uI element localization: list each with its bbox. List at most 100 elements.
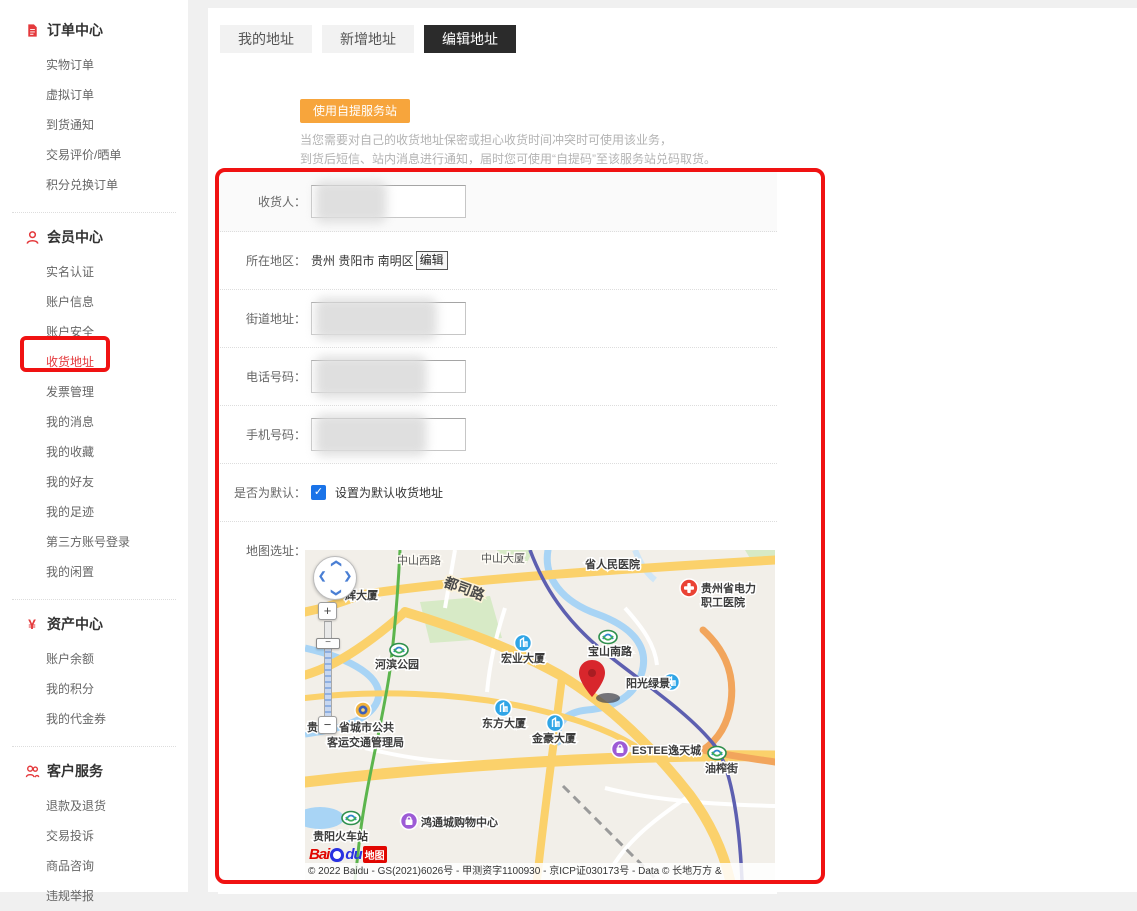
map-label: 油榨街 [705,761,738,775]
map-label: 客运交通管理局 [326,735,404,749]
region-label: 所在地区： [218,252,306,269]
sidebar-divider [12,599,176,600]
map-label: 贵州省电力 [701,581,756,595]
logo-text-ditu: 地图 [363,846,387,863]
sidebar-item[interactable]: 我的收藏 [46,437,188,467]
form-row-phone: 电话号码： [218,348,777,406]
map-label: ESTEE逸天城 [632,743,701,757]
sidebar-item[interactable]: 第三方账号登录 [46,527,188,557]
metro-map-icon [708,747,726,760]
phone-input[interactable] [311,360,466,393]
map-zoom-track[interactable] [324,621,332,718]
sidebar-divider [12,212,176,213]
map-label: 中山西路 [397,554,441,567]
baidu-maps-logo: Bai du 地图 [309,846,387,863]
map-pan-control[interactable]: ❮ ❮ ❮ ❯ [313,556,357,600]
use-pickup-station-button[interactable]: 使用自提服务站 [300,99,410,123]
mall-map-icon [401,813,418,830]
map-label: 职工医院 [701,595,745,609]
map-canvas: 中山西路中山大厦省人民医院都司路贵州省电力职工医院辉大厦河滨公园宏业大厦宝山南路… [305,550,775,880]
region-edit-button[interactable]: 编辑 [416,251,448,270]
masked-value [315,298,437,340]
address-tabs: 我的地址新增地址编辑地址 [208,8,1137,53]
sidebar-item[interactable]: 我的好友 [46,467,188,497]
map-zoom-out-button[interactable]: − [318,716,337,734]
edit-address-form: 收货人： 所在地区： 贵州 贵阳市 南明区 编辑 街道地址： 电话号码： [218,171,777,894]
street-input[interactable] [311,302,466,335]
map-zoom-in-button[interactable]: + [318,602,337,620]
sidebar-item[interactable]: 发票管理 [46,377,188,407]
logo-text-bai: Bai [309,846,329,863]
sidebar-divider [12,746,176,747]
form-row-region: 所在地区： 贵州 贵阳市 南明区 编辑 [218,232,777,290]
sidebar-item[interactable]: 实名认证 [46,257,188,287]
service-icon [24,763,40,779]
sidebar-item[interactable]: 账户信息 [46,287,188,317]
sidebar-item[interactable]: 我的代金券 [46,704,188,734]
sidebar-item[interactable]: 退款及退货 [46,791,188,821]
tab-active[interactable]: 编辑地址 [424,25,516,53]
map-label: 宝山南路 [588,644,633,658]
form-row-street: 街道地址： [218,290,777,348]
mobile-input[interactable] [311,418,466,451]
default-checkbox-text: 设置为默认收货地址 [335,484,443,501]
phone-label: 电话号码： [218,368,306,385]
sidebar-item[interactable]: 账户安全 [46,317,188,347]
asset-icon: ¥ [24,616,40,632]
censored-smudge [596,693,620,703]
recipient-label: 收货人： [218,193,306,210]
pickup-service-block: 使用自提服务站 当您需要对自己的收货地址保密或担心收货时间冲突时可使用该业务， … [300,99,1137,169]
form-row-mobile: 手机号码： [218,406,777,464]
sidebar-item[interactable]: 交易投诉 [46,821,188,851]
sidebar-item[interactable]: 我的积分 [46,674,188,704]
baidu-map[interactable]: 中山西路中山大厦省人民医院都司路贵州省电力职工医院辉大厦河滨公园宏业大厦宝山南路… [305,550,775,880]
masked-value [315,356,427,398]
sidebar-item-active[interactable]: 收货地址 [46,347,188,377]
street-label: 街道地址： [218,310,306,327]
sidebar-item[interactable]: 违规举报 [46,881,188,911]
badge-map-icon [355,702,371,718]
building-map-icon [515,635,532,652]
map-label: 省人民医院 [584,557,640,571]
pickup-desc-line2: 到货后短信、站内消息进行通知，届时您可使用“自提码”至该服务站兑码取货。 [300,150,1137,169]
zoom-fill [325,645,331,717]
sidebar-item[interactable]: 交易评价/晒单 [46,140,188,170]
sidebar-item[interactable]: 商品咨询 [46,851,188,881]
sidebar-item[interactable]: 我的消息 [46,407,188,437]
map-label: 省城市公共 [338,720,394,734]
recipient-input[interactable] [311,185,466,218]
order-icon [24,22,40,38]
metro-map-icon [599,631,617,644]
sidebar-item[interactable]: 积分兑换订单 [46,170,188,200]
tab-inactive[interactable]: 我的地址 [220,25,312,53]
map-label: 宏业大厦 [501,651,546,665]
hospital-map-icon [680,579,698,597]
sidebar-section-header: ¥ 资产中心 [24,614,188,634]
mobile-label: 手机号码： [218,426,306,443]
sidebar-item[interactable]: 账户余额 [46,644,188,674]
form-row-recipient: 收货人： [218,171,777,232]
map-label: 鸿通城购物中心 [421,815,498,829]
map-zoom-handle[interactable]: − [316,638,340,649]
sidebar: 订单中心实物订单虚拟订单到货通知交易评价/晒单积分兑换订单会员中心实名认证账户信… [0,0,188,892]
sidebar-item[interactable]: 我的闲置 [46,557,188,587]
sidebar-item[interactable]: 我的足迹 [46,497,188,527]
sidebar-section-title: 资产中心 [47,614,103,634]
region-value: 贵州 贵阳市 南明区 [311,252,414,269]
pan-left-icon[interactable]: ❮ [318,571,326,582]
map-label: 金豪大厦 [531,731,577,745]
map-label: 贵阳火车站 [313,829,368,843]
sidebar-item[interactable]: 虚拟订单 [46,80,188,110]
pickup-desc-line1: 当您需要对自己的收货地址保密或担心收货时间冲突时可使用该业务， [300,131,1137,150]
building-map-icon [495,700,512,717]
sidebar-section-title: 客户服务 [47,761,103,781]
tab-inactive[interactable]: 新增地址 [322,25,414,53]
pan-right-icon[interactable]: ❯ [344,571,352,582]
sidebar-item[interactable]: 实物订单 [46,50,188,80]
default-address-checkbox[interactable]: ✓ [311,485,326,500]
sidebar-section-header: 会员中心 [24,227,188,247]
sidebar-item[interactable]: 到货通知 [46,110,188,140]
pan-up-icon[interactable]: ❮ [331,559,342,567]
pan-down-icon[interactable]: ❮ [331,588,342,596]
metro-map-icon [390,644,408,657]
